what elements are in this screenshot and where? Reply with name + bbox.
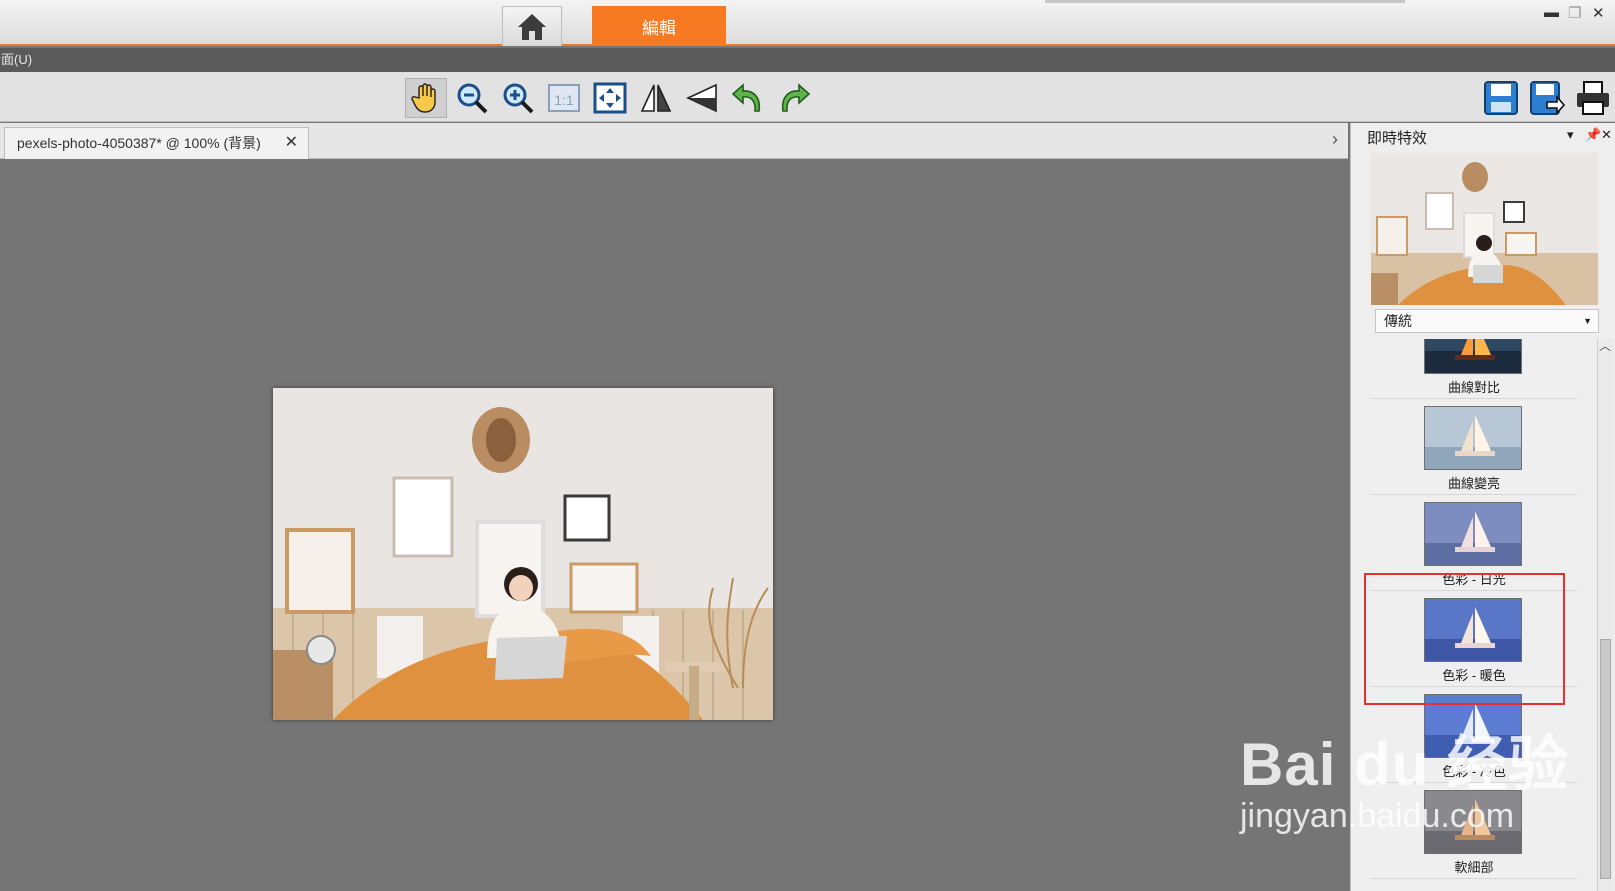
title-bar: 編輯 ▬ ❐ ✕ <box>0 0 1615 46</box>
document-tab[interactable]: pexels-photo-4050387* @ 100% (背景) ✕ <box>4 127 309 159</box>
flip-vertical-tool[interactable] <box>681 78 723 118</box>
hand-tool[interactable] <box>405 78 447 118</box>
print-tool[interactable] <box>1572 78 1614 118</box>
save-tool[interactable] <box>1480 78 1522 118</box>
effect-thumbnail <box>1424 598 1522 662</box>
close-tab-icon[interactable]: ✕ <box>285 128 298 158</box>
toolbar: 1:1 <box>0 72 1615 122</box>
zoom-in-icon <box>503 83 534 114</box>
save-as-tool[interactable] <box>1526 78 1568 118</box>
panel-menu-icon[interactable]: ▾ <box>1567 127 1574 143</box>
rotate-right-icon <box>781 83 811 112</box>
document-tab-bar: pexels-photo-4050387* @ 100% (背景) ✕ › <box>0 123 1348 159</box>
preview-photo <box>1371 153 1598 305</box>
menu-interface[interactable]: 介面(U) <box>0 52 32 67</box>
flip-horizontal-tool[interactable] <box>635 78 677 118</box>
bedroom-photo <box>273 388 773 720</box>
effect-item[interactable]: 色彩 - 日光 <box>1371 495 1577 591</box>
print-icon <box>1577 81 1609 115</box>
zoom-in-tool[interactable] <box>497 78 539 118</box>
document-tab-title: pexels-photo-4050387* @ 100% (背景) <box>17 135 261 151</box>
fit-window-icon <box>593 82 627 114</box>
close-panel-icon[interactable]: ✕ <box>1601 127 1612 143</box>
zoom-out-icon <box>457 83 488 114</box>
home-icon <box>518 13 546 40</box>
hand-icon <box>411 83 436 113</box>
effect-label: 曲線對比 <box>1447 380 1500 395</box>
effect-item[interactable]: 曲線對比 <box>1371 339 1577 399</box>
effect-thumbnail <box>1424 502 1522 566</box>
fit-window-tool[interactable] <box>589 78 631 118</box>
minimize-icon[interactable]: ▬ <box>1544 4 1559 21</box>
flip-vertical-icon <box>686 83 717 113</box>
image-canvas[interactable] <box>0 160 1348 891</box>
effect-category-select[interactable]: 傳統 ▼ <box>1375 309 1599 333</box>
menu-bar: 介面(U) <box>0 48 1615 72</box>
save-as-icon <box>1530 81 1565 116</box>
chevron-right-icon[interactable]: › <box>1332 129 1338 150</box>
effect-label: 軟細部 <box>1454 860 1494 875</box>
effect-label: 色彩 - 日光 <box>1442 572 1506 587</box>
zoom-out-tool[interactable] <box>451 78 493 118</box>
watermark-logo: Bai du 经验 <box>1240 731 1570 798</box>
actual-size-label: 1:1 <box>554 92 574 108</box>
effect-thumbnail <box>1424 339 1522 374</box>
rotate-right-tool[interactable] <box>773 78 815 118</box>
actual-size-icon: 1:1 <box>548 84 580 112</box>
effect-category-value: 傳統 <box>1384 313 1412 329</box>
actual-size-tool[interactable]: 1:1 <box>543 78 585 118</box>
watermark: Bai du 经验 jingyan.baidu.com <box>1240 716 1569 836</box>
rotate-left-tool[interactable] <box>727 78 769 118</box>
dropdown-arrow-icon: ▼ <box>1583 316 1592 326</box>
scroll-up-icon[interactable]: ︿ <box>1599 337 1611 354</box>
effect-label: 曲線變亮 <box>1447 476 1500 491</box>
close-window-icon[interactable]: ✕ <box>1592 4 1605 22</box>
flip-horizontal-icon <box>640 84 672 112</box>
effect-item-selected[interactable]: 色彩 - 暖色 <box>1371 591 1577 687</box>
panel-title: 即時特效 <box>1367 130 1428 147</box>
edit-tab[interactable]: 編輯 <box>592 6 726 46</box>
effect-preview <box>1371 153 1598 305</box>
title-strip <box>1045 0 1405 3</box>
photo <box>273 388 773 720</box>
rotate-left-icon <box>731 83 761 112</box>
scrollbar-thumb[interactable] <box>1600 639 1611 879</box>
pin-icon[interactable]: 📌 <box>1585 127 1601 143</box>
effects-scrollbar[interactable]: ︿ <box>1597 339 1613 891</box>
save-icon <box>1484 81 1518 115</box>
restore-icon[interactable]: ❐ <box>1568 4 1581 22</box>
effect-item[interactable]: 曲線變亮 <box>1371 399 1577 495</box>
effect-thumbnail <box>1424 406 1522 470</box>
home-tab[interactable] <box>502 6 562 46</box>
effect-label: 色彩 - 暖色 <box>1442 668 1506 683</box>
